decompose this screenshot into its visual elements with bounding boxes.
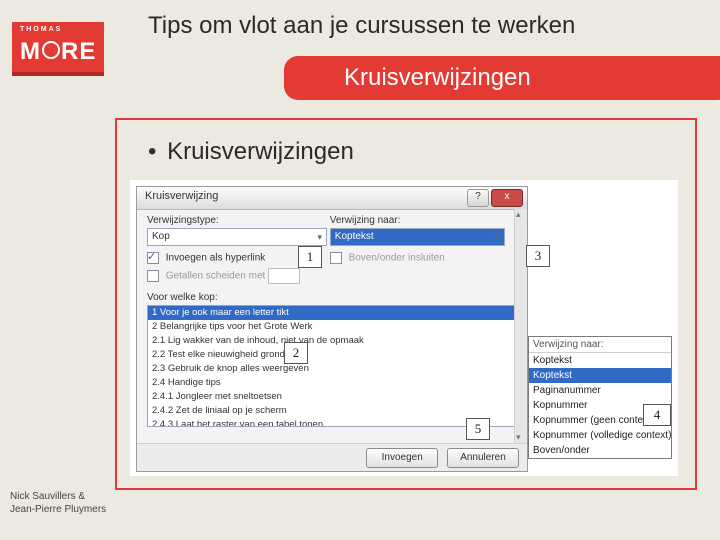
reference-to-popup[interactable]: Verwijzing naar: KoptekstKoptekstPaginan… <box>528 336 672 459</box>
listbox-scrollbar[interactable] <box>514 305 517 427</box>
topic-badge: Kruisverwijzingen <box>284 56 720 100</box>
heading-row[interactable]: 2.3 Gebruik de knop alles weergeven <box>148 362 516 376</box>
reference-type-label: Verwijzingstype: <box>147 215 327 226</box>
popup-row[interactable]: Boven/onder <box>529 443 671 458</box>
heading-row[interactable]: 2.1 Lig wakker van de inhoud, niet van d… <box>148 334 516 348</box>
callout-5: 5 <box>466 418 490 440</box>
slide-title: Tips om vlot aan je cursussen te werken <box>148 12 575 40</box>
logo-o-glyph <box>42 41 60 59</box>
popup-row[interactable]: Kopnummer (volledige context) <box>529 428 671 443</box>
heading-row[interactable]: 2 Belangrijke tips voor het Grote Werk <box>148 320 516 334</box>
separator-input <box>268 268 300 284</box>
popup-label: Verwijzing naar: <box>529 337 671 353</box>
include-above-below-label: Boven/onder insluiten <box>349 253 445 264</box>
dialog-title: Kruisverwijzing <box>145 190 218 202</box>
separate-numbers-label: Getallen scheiden met <box>166 271 266 282</box>
author-line: Nick Sauvillers & <box>10 490 106 503</box>
bullet-text: Kruisverwijzingen <box>167 138 354 165</box>
reference-to-label: Verwijzing naar: <box>330 215 505 226</box>
which-heading-label: Voor welke kop: <box>147 292 517 303</box>
author-line: Jean-Pierre Pluymers <box>10 503 106 516</box>
dialog-screenshot: Kruisverwijzing ? x Verwijzingstype: Kop… <box>130 180 678 476</box>
callout-3: 3 <box>526 245 550 267</box>
heading-row[interactable]: 2.4.2 Zet de liniaal op je scherm <box>148 404 516 418</box>
popup-row[interactable]: Koptekst <box>529 368 671 383</box>
heading-row[interactable]: 2.4 Handige tips <box>148 376 516 390</box>
authors: Nick Sauvillers & Jean-Pierre Pluymers <box>10 490 106 516</box>
popup-row[interactable]: Paginanummer <box>529 383 671 398</box>
heading-row[interactable]: 2.4.1 Jongleer met sneltoetsen <box>148 390 516 404</box>
dialog-titlebar[interactable]: Kruisverwijzing ? x <box>137 187 527 210</box>
logo-text-top: THOMAS <box>20 26 62 33</box>
callout-4: 4 <box>643 404 671 426</box>
include-above-below-checkbox <box>330 252 342 264</box>
popup-row[interactable]: Koptekst <box>529 353 671 368</box>
insert-button[interactable]: Invoegen <box>366 448 438 468</box>
heading-row[interactable]: 2.4.3 Laat het raster van een tabel tone… <box>148 418 516 427</box>
dialog-button-row: Invoegen Annuleren <box>137 443 527 471</box>
cancel-button[interactable]: Annuleren <box>447 448 519 468</box>
separate-numbers-checkbox <box>147 270 159 282</box>
bullet-item: • Kruisverwijzingen <box>148 138 354 166</box>
callout-1: 1 <box>298 246 322 268</box>
heading-row[interactable]: 1 Voor je ook maar een letter tikt <box>148 306 516 320</box>
callout-2: 2 <box>284 342 308 364</box>
headings-listbox[interactable]: 1 Voor je ook maar een letter tikt2 Bela… <box>147 305 517 427</box>
hyperlink-label: Invoegen als hyperlink <box>166 253 266 264</box>
hyperlink-checkbox[interactable] <box>147 252 159 264</box>
help-button[interactable]: ? <box>467 189 489 207</box>
logo-text-bottom: MRE <box>20 38 96 66</box>
heading-row[interactable]: 2.2 Test elke nieuwigheid grondig uit <box>148 348 516 362</box>
bullet-dot: • <box>148 138 156 165</box>
dialog-body: Verwijzingstype: Kop Invoegen als hyperl… <box>137 209 527 443</box>
close-button[interactable]: x <box>491 189 523 207</box>
brand-logo: THOMAS MRE <box>12 22 104 76</box>
reference-to-select[interactable]: Koptekst <box>330 228 505 246</box>
reference-type-select[interactable]: Kop <box>147 228 327 246</box>
left-column: THOMAS MRE Nick Sauvillers & Jean-Pierre… <box>0 0 110 540</box>
